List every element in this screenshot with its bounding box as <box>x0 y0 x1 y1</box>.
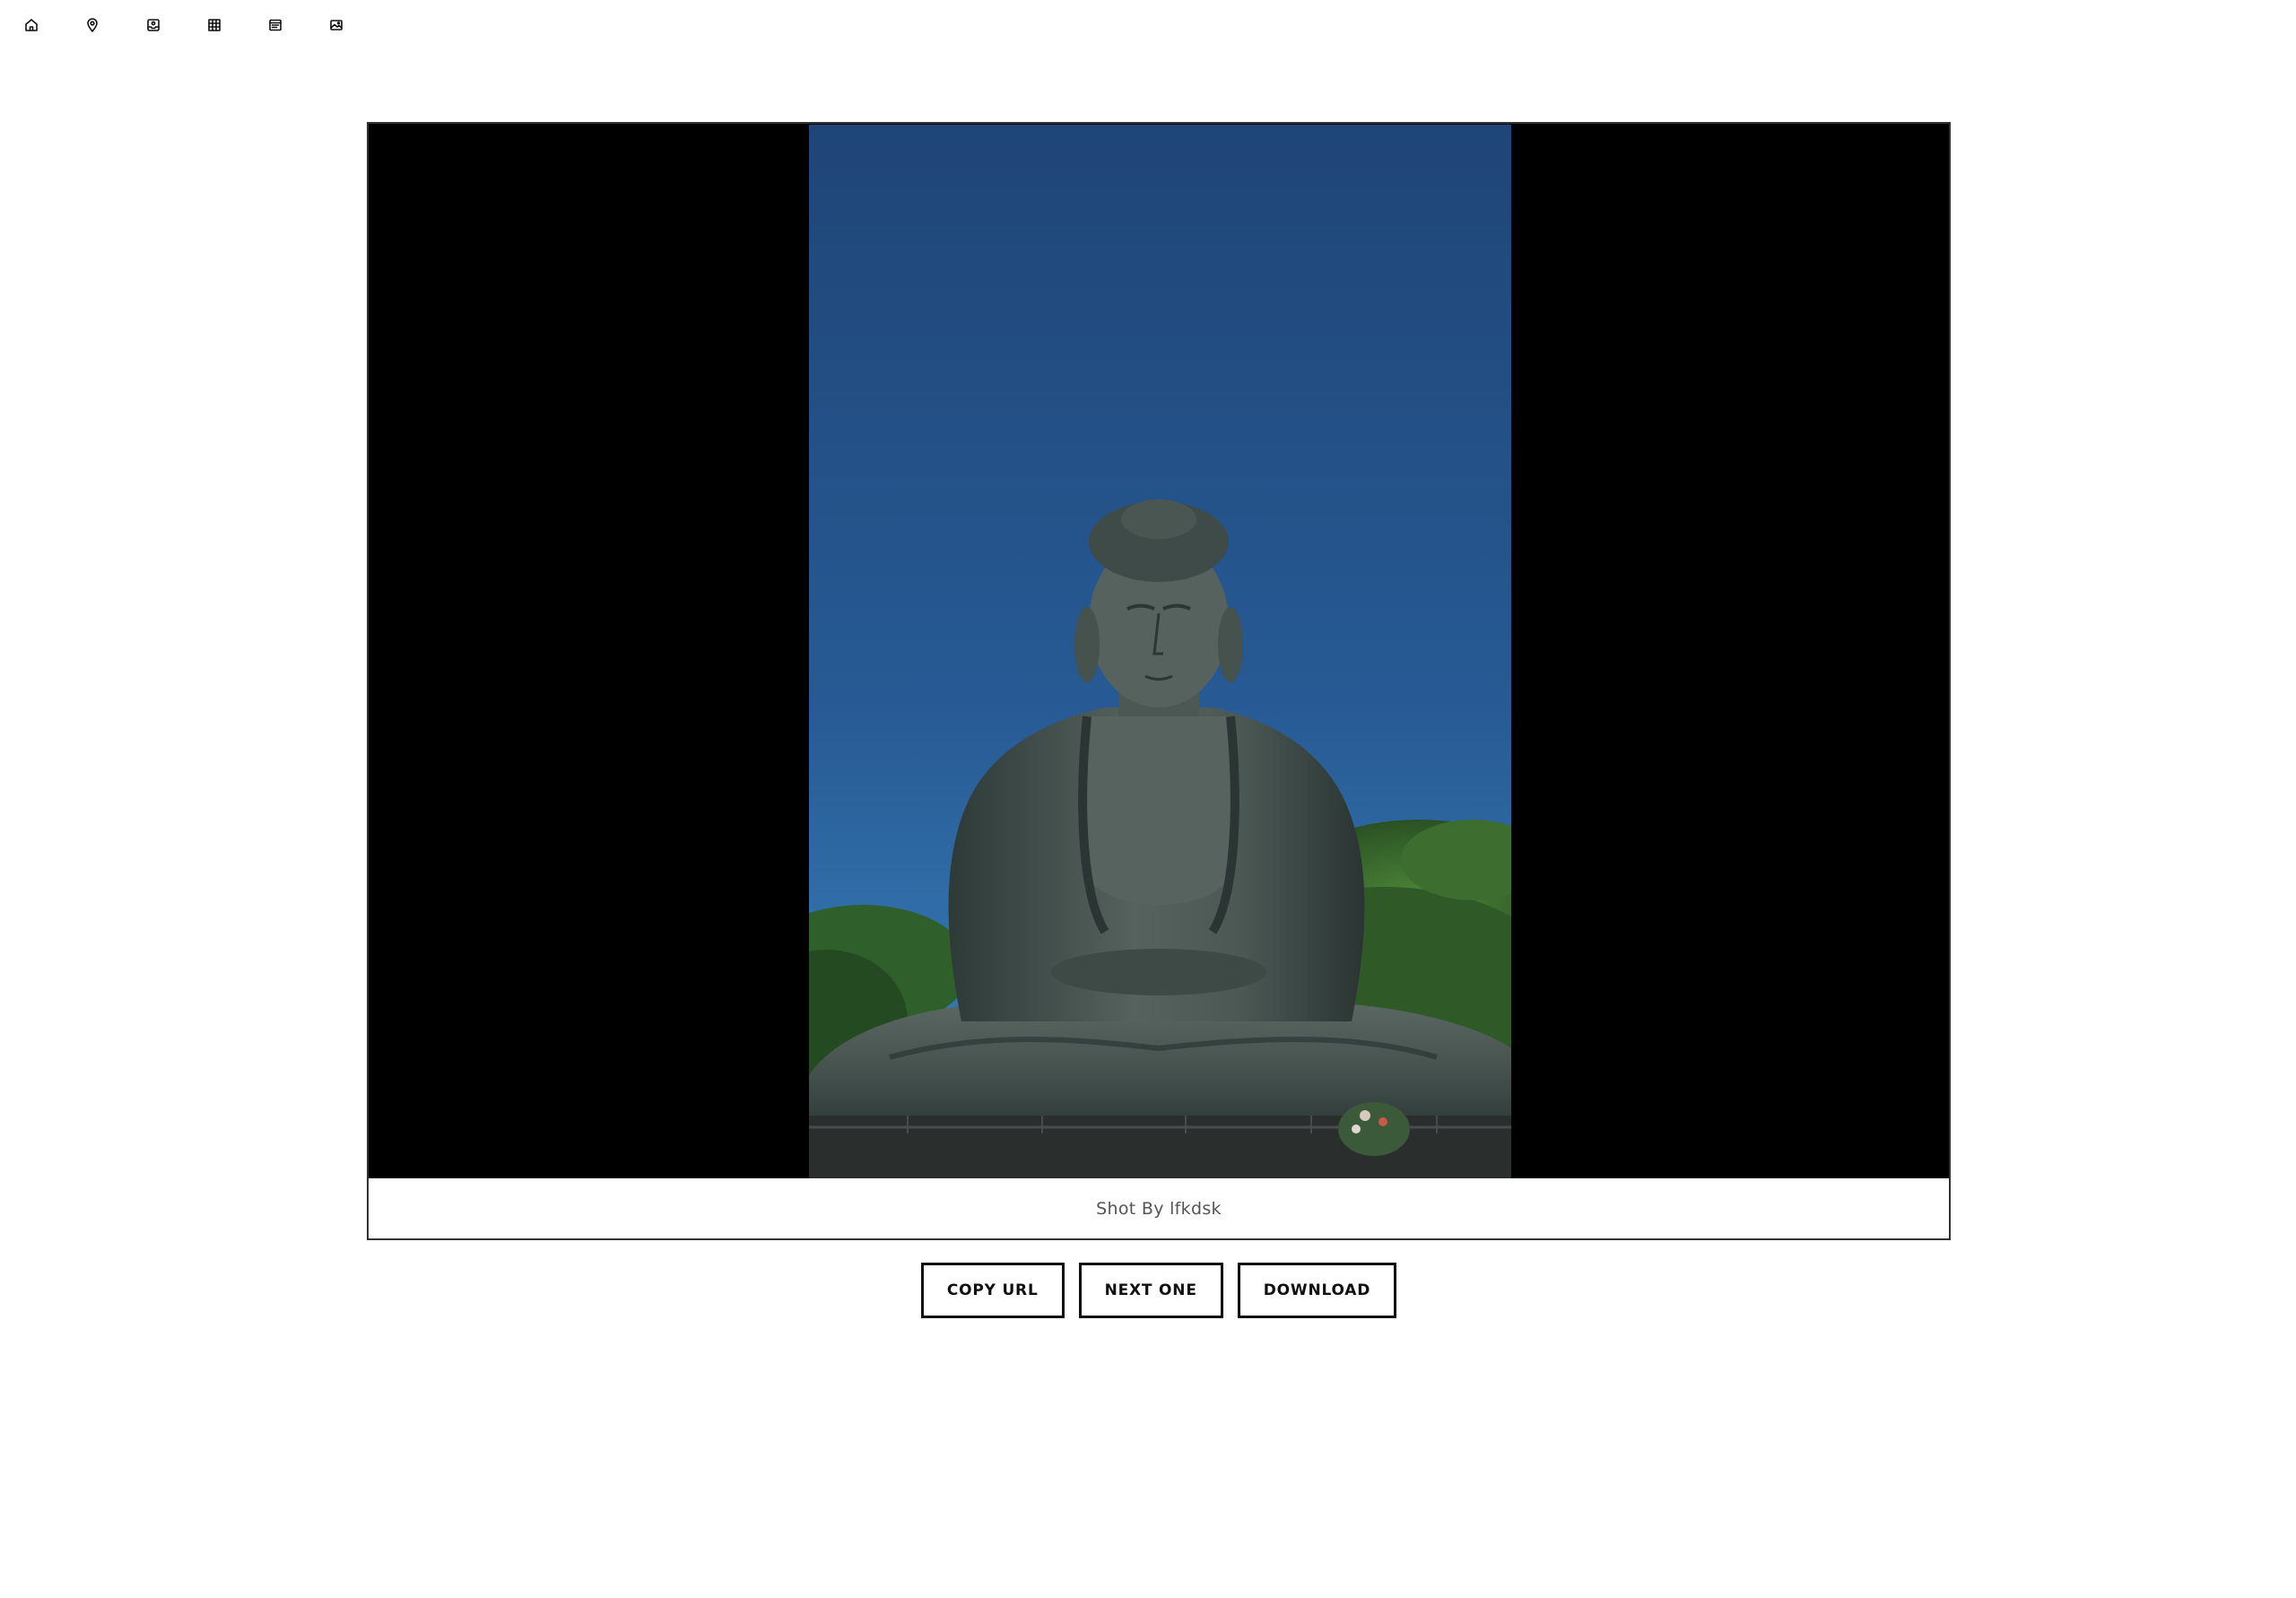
photo-view-button[interactable] <box>321 1 382 49</box>
album-button[interactable] <box>138 1 199 49</box>
inbox-photo-icon <box>147 19 160 31</box>
list-card-icon <box>269 19 282 31</box>
top-toolbar <box>0 0 382 50</box>
grid-icon <box>208 19 221 31</box>
photo-stage <box>369 124 1949 1178</box>
home-icon <box>25 19 38 31</box>
list-view-button[interactable] <box>260 1 321 49</box>
buddha-photo <box>809 125 1511 1178</box>
home-button[interactable] <box>16 1 77 49</box>
copy-url-button[interactable]: COPY URL <box>920 1263 1065 1318</box>
download-button[interactable]: DOWNLOAD <box>1237 1263 1397 1318</box>
image-icon <box>330 20 343 30</box>
map-pin-icon <box>87 18 98 32</box>
next-one-button[interactable]: NEXT ONE <box>1078 1263 1223 1318</box>
action-bar: COPY URL NEXT ONE DOWNLOAD <box>11 1263 2296 1318</box>
location-button[interactable] <box>77 1 138 49</box>
photo-caption: Shot By lfkdsk <box>1096 1198 1222 1219</box>
photo-viewer: Shot By lfkdsk <box>367 122 1951 1240</box>
grid-view-button[interactable] <box>199 1 260 49</box>
